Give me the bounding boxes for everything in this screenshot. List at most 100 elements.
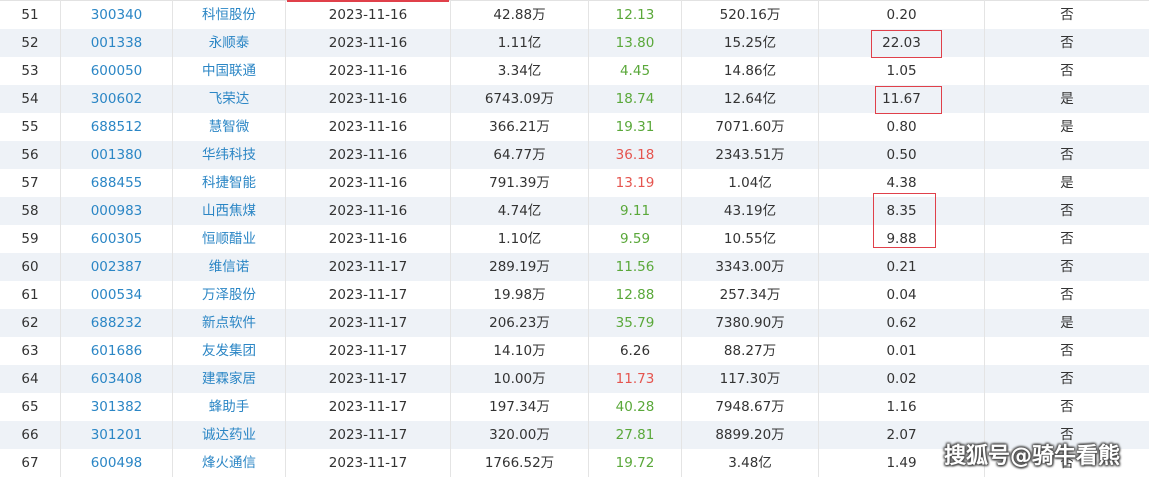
row-index: 64 — [21, 371, 39, 387]
date-cell: 2023-11-17 — [328, 343, 408, 359]
stock-name-link[interactable]: 新点软件 — [173, 309, 285, 337]
price-cell: 18.74 — [615, 91, 655, 107]
stock-code-link[interactable]: 601686 — [61, 337, 172, 365]
ratio-cell: 0.80 — [886, 119, 917, 135]
amount-cell: 64.77万 — [493, 147, 546, 163]
stock-code-link[interactable]: 000983 — [61, 197, 172, 225]
stock-code-link[interactable]: 600498 — [61, 449, 172, 477]
stock-code-link[interactable]: 300602 — [61, 85, 172, 113]
flag-cell: 否 — [1060, 231, 1074, 247]
stock-name-link[interactable]: 维信诺 — [173, 253, 285, 281]
stock-name-link[interactable]: 恒顺醋业 — [173, 225, 285, 253]
stock-name-link[interactable]: 中国联通 — [173, 57, 285, 85]
date-cell: 2023-11-16 — [328, 175, 408, 191]
stock-code-link[interactable]: 688455 — [61, 169, 172, 197]
ratio-cell: 0.02 — [886, 371, 917, 387]
row-index: 52 — [21, 35, 39, 51]
price-cell: 12.13 — [615, 7, 655, 23]
flag-cell: 否 — [1060, 259, 1074, 275]
stock-name-link[interactable]: 永顺泰 — [173, 29, 285, 57]
row-index: 60 — [21, 259, 39, 275]
stock-code-link[interactable]: 600050 — [61, 57, 172, 85]
flag-cell: 是 — [1060, 315, 1074, 331]
date-cell: 2023-11-17 — [328, 315, 408, 331]
market-cap-cell: 14.86亿 — [723, 63, 777, 79]
stock-name-link[interactable]: 科恒股份 — [173, 1, 285, 29]
stock-name-link[interactable]: 万泽股份 — [173, 281, 285, 309]
stock-code-link[interactable]: 002387 — [61, 253, 172, 281]
stock-code-link[interactable]: 001380 — [61, 141, 172, 169]
ratio-cell: 0.21 — [886, 259, 917, 275]
date-cell: 2023-11-16 — [328, 231, 408, 247]
row-index: 58 — [21, 203, 39, 219]
date-cell: 2023-11-17 — [328, 399, 408, 415]
price-cell: 35.79 — [615, 315, 655, 331]
amount-cell: 289.19万 — [489, 259, 550, 275]
stock-name-link[interactable]: 华纬科技 — [173, 141, 285, 169]
flag-cell: 否 — [1060, 7, 1074, 23]
stock-name-link[interactable]: 烽火通信 — [173, 449, 285, 477]
vline-5 — [588, 0, 589, 477]
stock-code-link[interactable]: 688512 — [61, 113, 172, 141]
vline-6 — [681, 0, 682, 477]
stock-code-link[interactable]: 603408 — [61, 365, 172, 393]
watermark: 搜狐号@骑牛看熊 — [944, 444, 1121, 469]
row-index: 59 — [21, 231, 39, 247]
market-cap-cell: 7071.60万 — [715, 119, 785, 135]
vline-1 — [60, 0, 61, 477]
market-cap-cell: 43.19亿 — [723, 203, 777, 219]
date-cell: 2023-11-16 — [328, 203, 408, 219]
price-cell: 9.59 — [619, 231, 651, 247]
date-cell: 2023-11-16 — [328, 91, 408, 107]
market-cap-cell: 12.64亿 — [723, 91, 777, 107]
date-cell: 2023-11-16 — [328, 147, 408, 163]
stock-code-link[interactable]: 600305 — [61, 225, 172, 253]
row-index: 54 — [21, 91, 39, 107]
flag-cell: 否 — [1060, 371, 1074, 387]
flag-cell: 是 — [1060, 119, 1074, 135]
amount-cell: 6743.09万 — [484, 91, 555, 107]
amount-cell: 3.34亿 — [497, 63, 542, 79]
stock-name-link[interactable]: 诚达药业 — [173, 421, 285, 449]
amount-cell: 42.88万 — [493, 7, 546, 23]
ratio-cell: 0.04 — [886, 287, 917, 303]
stock-name-link[interactable]: 飞荣达 — [173, 85, 285, 113]
stock-code-link[interactable]: 301201 — [61, 421, 172, 449]
stock-name-link[interactable]: 建霖家居 — [173, 365, 285, 393]
stock-name-link[interactable]: 友发集团 — [173, 337, 285, 365]
stock-name-link[interactable]: 蜂助手 — [173, 393, 285, 421]
date-cell: 2023-11-17 — [328, 259, 408, 275]
date-cell: 2023-11-16 — [328, 35, 408, 51]
amount-cell: 366.21万 — [489, 119, 550, 135]
stock-code-link[interactable]: 301382 — [61, 393, 172, 421]
market-cap-cell: 7380.90万 — [715, 315, 785, 331]
vline-4 — [450, 0, 451, 477]
date-cell: 2023-11-16 — [328, 119, 408, 135]
flag-cell: 是 — [1060, 91, 1074, 107]
stock-name-link[interactable]: 科捷智能 — [173, 169, 285, 197]
date-cell: 2023-11-17 — [328, 455, 408, 471]
price-cell: 19.31 — [615, 119, 655, 135]
date-cell: 2023-11-17 — [328, 371, 408, 387]
flag-cell: 否 — [1060, 343, 1074, 359]
flag-cell: 否 — [1060, 63, 1074, 79]
ratio-cell: 1.05 — [886, 63, 917, 79]
stock-code-link[interactable]: 300340 — [61, 1, 172, 29]
market-cap-cell: 10.55亿 — [723, 231, 777, 247]
market-cap-cell: 88.27万 — [723, 343, 777, 359]
market-cap-cell: 2343.51万 — [715, 147, 785, 163]
stock-name-link[interactable]: 慧智微 — [173, 113, 285, 141]
stock-code-link[interactable]: 688232 — [61, 309, 172, 337]
amount-cell: 14.10万 — [493, 343, 546, 359]
stock-code-link[interactable]: 000534 — [61, 281, 172, 309]
stock-code-link[interactable]: 001338 — [61, 29, 172, 57]
amount-cell: 320.00万 — [489, 427, 550, 443]
ratio-cell: 1.16 — [886, 399, 917, 415]
vline-7 — [818, 0, 819, 477]
vline-8 — [984, 0, 985, 477]
row-index: 66 — [21, 427, 39, 443]
price-cell: 13.80 — [615, 35, 655, 51]
stock-name-link[interactable]: 山西焦煤 — [173, 197, 285, 225]
flag-cell: 否 — [1060, 203, 1074, 219]
price-cell: 40.28 — [615, 399, 655, 415]
